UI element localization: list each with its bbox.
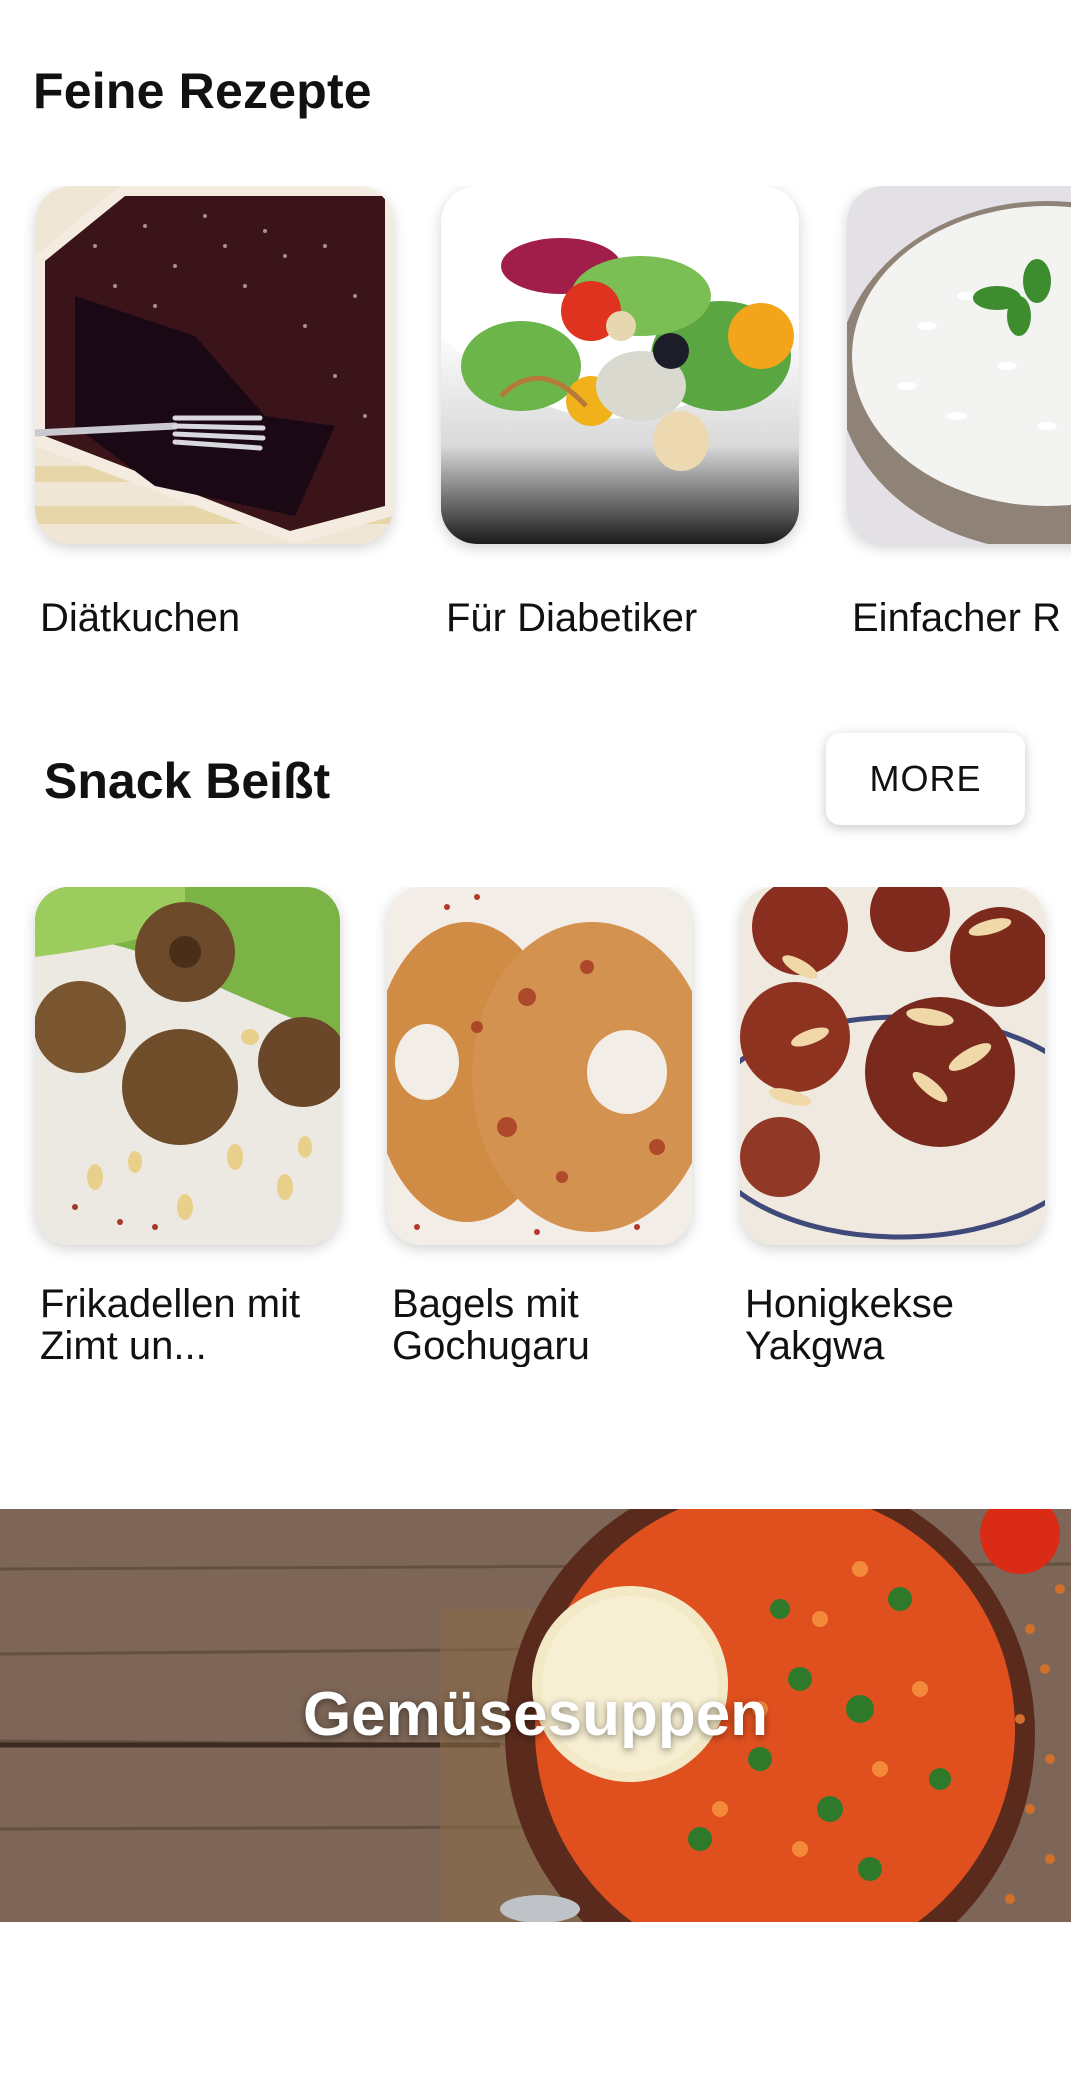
snack-card-label: Honigkekse Yakgwa [745,1283,955,1367]
honey-cookies-image [740,887,1045,1245]
more-button[interactable]: MORE [826,733,1025,825]
bagels-image [387,887,692,1245]
section-title-snack-beisst: Snack Beißt [44,753,331,809]
recipe-card-fur-diabetiker[interactable]: Für Diabetiker [441,186,799,641]
snack-carousel[interactable]: Frikadellen mit Zimt un... Bagels mit Go… [0,887,1071,1367]
salad-image [441,186,799,544]
recipe-card-einfacher-reis[interactable]: Einfacher R [847,186,1071,641]
recipe-carousel[interactable]: Diätkuchen Für Diabetiker Einfacher R [0,186,1071,656]
recipe-card-label: Für Diabetiker [446,596,698,640]
recipe-card-label: Diätkuchen [40,596,241,640]
section-title-feine-rezepte: Feine Rezepte [33,63,372,119]
screen: Feine Rezepte Diätkuchen Für Diabetiker … [0,0,1071,2093]
snack-card-label: Frikadellen mit Zimt un... [40,1283,301,1367]
rice-bowl-image [847,186,1071,544]
banner-title: Gemüsesuppen [302,1680,769,1749]
chocolate-cake-image [35,186,393,544]
snack-card-honigkekse[interactable]: Honigkekse Yakgwa [740,887,1045,1367]
category-banner-gemusesuppen[interactable]: Gemüsesuppen [0,1509,1071,1922]
recipe-card-label: Einfacher R [852,596,1061,640]
meatballs-image [35,887,340,1245]
snack-card-bagels[interactable]: Bagels mit Gochugaru [387,887,692,1367]
snack-card-frikadellen[interactable]: Frikadellen mit Zimt un... [35,887,340,1367]
recipe-card-diatkuchen[interactable]: Diätkuchen [35,186,393,641]
snack-card-label: Bagels mit Gochugaru [392,1283,590,1367]
